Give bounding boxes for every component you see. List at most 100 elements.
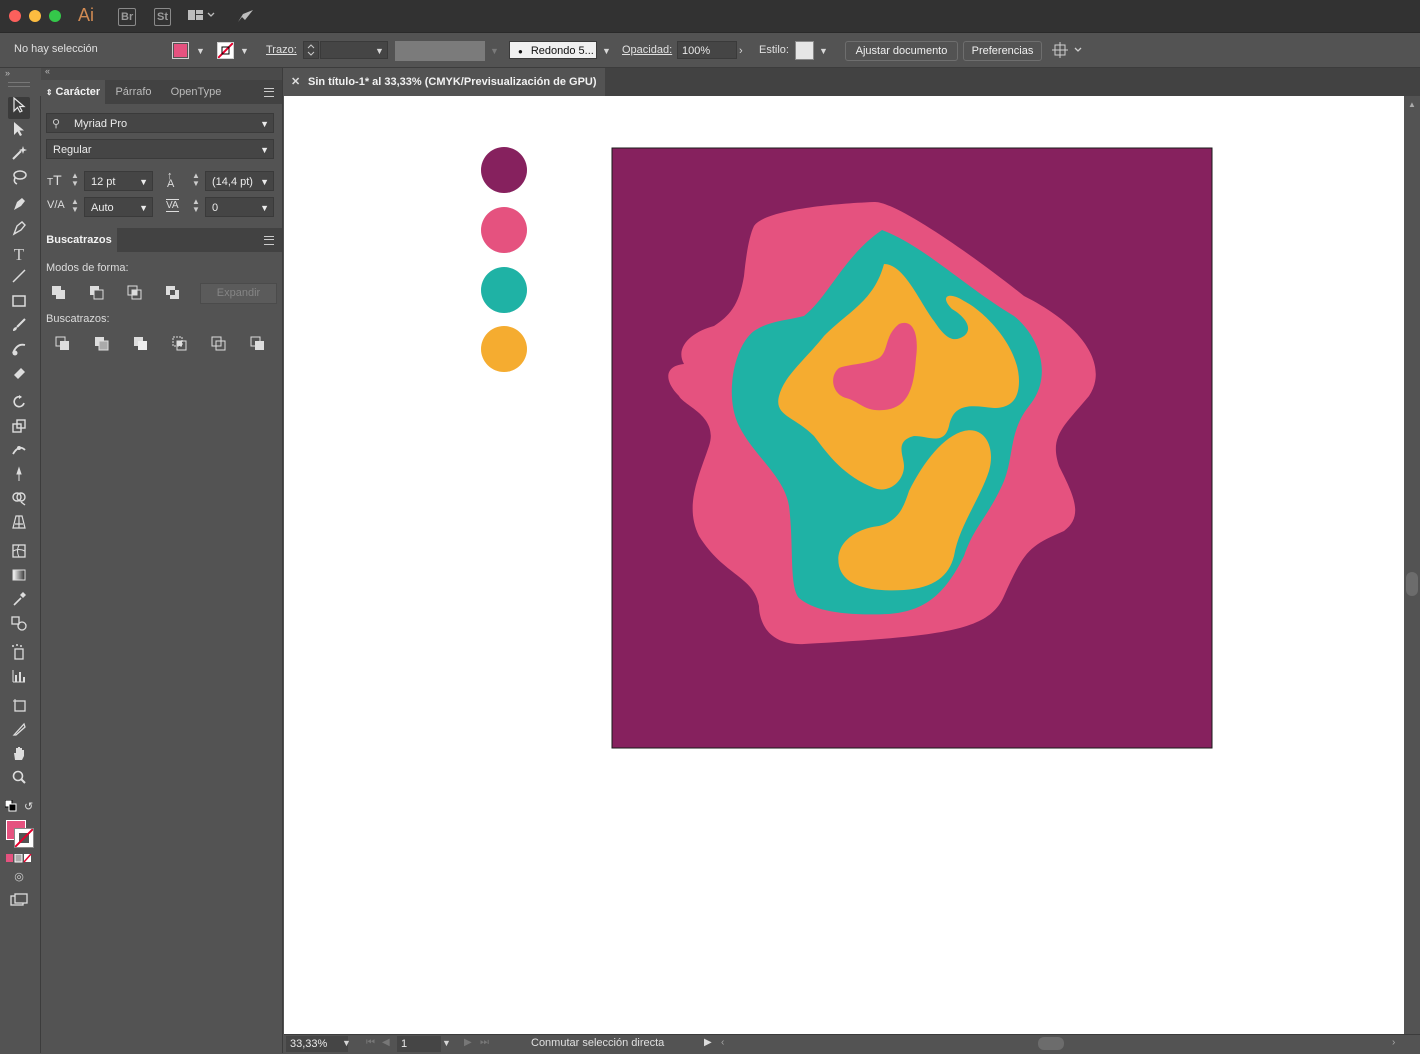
default-colors-icon[interactable] <box>4 799 17 815</box>
last-artboard-icon[interactable]: ⏭ <box>480 1037 489 1048</box>
crop-icon[interactable] <box>172 336 188 355</box>
tab-character[interactable]: ⇕ Carácter <box>41 80 105 104</box>
stroke-color-box[interactable] <box>14 828 34 848</box>
collapse-icon[interactable]: » <box>5 68 10 78</box>
tab-opentype[interactable]: OpenType <box>162 80 230 104</box>
mesh-tool-icon[interactable] <box>8 543 30 565</box>
chevron-down-icon[interactable]: ▼ <box>375 46 384 56</box>
tab-paragraph[interactable]: Párrafo <box>106 80 161 104</box>
curvature-tool-icon[interactable] <box>8 220 30 242</box>
chevron-down-icon[interactable]: ▼ <box>260 140 269 160</box>
rectangle-tool-icon[interactable] <box>8 293 30 315</box>
eraser-tool-icon[interactable] <box>8 365 30 387</box>
exclude-icon[interactable] <box>165 285 181 304</box>
previous-artboard-icon[interactable]: ◀ <box>382 1037 390 1048</box>
selection-tool-icon[interactable] <box>8 96 30 119</box>
vertical-scroll-thumb[interactable] <box>1406 572 1418 596</box>
artboard-tool-icon[interactable] <box>8 697 30 719</box>
expand-button[interactable]: Expandir <box>200 283 277 304</box>
chevron-down-icon[interactable]: ▼ <box>260 198 269 218</box>
tracking-stepper[interactable]: ▲ ▼ <box>192 198 200 214</box>
zoom-level-field[interactable]: 33,33% <box>286 1036 348 1052</box>
leading-input[interactable]: (14,4 pt) ▼ <box>205 171 274 191</box>
intersect-icon[interactable] <box>127 285 143 304</box>
first-artboard-icon[interactable]: ⏮ <box>366 1037 375 1048</box>
lasso-tool-icon[interactable] <box>8 169 30 191</box>
stroke-weight-stepper[interactable] <box>303 41 319 59</box>
minimize-window-button[interactable] <box>29 10 41 22</box>
font-size-input[interactable]: 12 pt ▼ <box>84 171 153 191</box>
chevron-down-icon[interactable]: ▼ <box>139 172 148 192</box>
divide-icon[interactable] <box>55 336 71 355</box>
stroke-swatch[interactable] <box>217 42 234 59</box>
chevron-down-icon[interactable]: ▼ <box>490 46 499 56</box>
swatch-circle-pink[interactable] <box>481 207 527 253</box>
chevron-down-icon[interactable]: ▼ <box>342 1038 351 1048</box>
blend-tool-icon[interactable] <box>8 615 30 637</box>
pen-tool-icon[interactable] <box>8 196 30 218</box>
chevron-down-icon[interactable]: ▼ <box>240 46 249 56</box>
direct-selection-tool-icon[interactable] <box>8 121 30 143</box>
swap-colors-icon[interactable]: ↺ <box>24 800 33 813</box>
font-style-field[interactable]: Regular ▼ <box>46 139 274 159</box>
bridge-icon[interactable]: Br <box>118 8 137 26</box>
swatch-circle-purple[interactable] <box>481 147 527 193</box>
close-icon[interactable]: ✕ <box>291 68 300 96</box>
shaper-tool-icon[interactable] <box>8 341 30 363</box>
magic-wand-tool-icon[interactable] <box>8 145 30 167</box>
panel-menu-icon[interactable] <box>264 88 274 97</box>
chevron-down-icon[interactable]: ▼ <box>819 46 828 56</box>
tracking-input[interactable]: 0 ▼ <box>205 197 274 217</box>
variable-width-profile[interactable] <box>395 41 485 61</box>
type-tool-icon[interactable]: T <box>8 244 30 266</box>
opacity-input[interactable]: 100% <box>677 41 737 59</box>
scroll-left-icon[interactable]: ‹ <box>721 1037 724 1048</box>
workspace-layout-icon[interactable] <box>187 8 215 24</box>
close-window-button[interactable] <box>9 10 21 22</box>
scroll-up-icon[interactable]: ▲ <box>1408 100 1416 109</box>
column-graph-tool-icon[interactable] <box>8 668 30 690</box>
zoom-window-button[interactable] <box>49 10 61 22</box>
vertical-scrollbar[interactable]: ▲ <box>1404 96 1420 1034</box>
swatch-circle-teal[interactable] <box>481 267 527 313</box>
rotate-tool-icon[interactable] <box>8 394 30 416</box>
status-menu-icon[interactable]: ▶ <box>704 1037 712 1048</box>
chevron-down-icon[interactable]: ▼ <box>442 1038 451 1048</box>
grip-icon[interactable] <box>8 82 30 87</box>
slice-tool-icon[interactable] <box>8 721 30 743</box>
brush-definition[interactable]: ● Redondo 5... <box>509 41 597 59</box>
perspective-grid-tool-icon[interactable] <box>8 514 30 536</box>
preferences-button[interactable]: Preferencias <box>963 41 1042 61</box>
hand-tool-icon[interactable] <box>8 745 30 767</box>
puppet-warp-tool-icon[interactable] <box>8 466 30 488</box>
panel-menu-icon[interactable] <box>264 236 274 245</box>
gradient-tool-icon[interactable] <box>8 567 30 589</box>
paintbrush-tool-icon[interactable] <box>8 317 30 339</box>
chevron-down-icon[interactable]: ▼ <box>602 46 611 56</box>
fit-document-button[interactable]: Ajustar documento <box>845 41 958 61</box>
style-swatch[interactable] <box>795 41 814 60</box>
font-size-stepper[interactable]: ▲ ▼ <box>71 172 79 188</box>
kerning-input[interactable]: Auto ▼ <box>84 197 153 217</box>
screen-mode-icon[interactable] <box>8 891 30 913</box>
swatch-circle-orange[interactable] <box>481 326 527 372</box>
scroll-right-icon[interactable]: › <box>1392 1037 1395 1048</box>
font-family-field[interactable]: ⚲ Myriad Pro ▼ <box>46 113 274 133</box>
collapse-icon[interactable]: « <box>45 66 50 76</box>
horizontal-scroll-thumb[interactable] <box>1038 1037 1064 1050</box>
merge-icon[interactable] <box>133 336 149 355</box>
fill-swatch[interactable] <box>172 42 189 59</box>
minus-back-icon[interactable] <box>250 336 266 355</box>
line-tool-icon[interactable] <box>8 268 30 290</box>
rocket-icon[interactable] <box>236 8 254 24</box>
chevron-down-icon[interactable]: ▼ <box>196 46 205 56</box>
width-tool-icon[interactable] <box>8 442 30 464</box>
outline-icon[interactable] <box>211 336 227 355</box>
chevron-right-icon[interactable]: › <box>739 45 743 57</box>
leading-stepper[interactable]: ▲ ▼ <box>192 172 200 188</box>
arrange-documents-icon[interactable] <box>1052 42 1086 61</box>
color-mode-icons[interactable] <box>6 853 34 866</box>
chevron-down-icon[interactable]: ▼ <box>139 198 148 218</box>
trim-icon[interactable] <box>94 336 110 355</box>
zoom-tool-icon[interactable] <box>8 769 30 791</box>
